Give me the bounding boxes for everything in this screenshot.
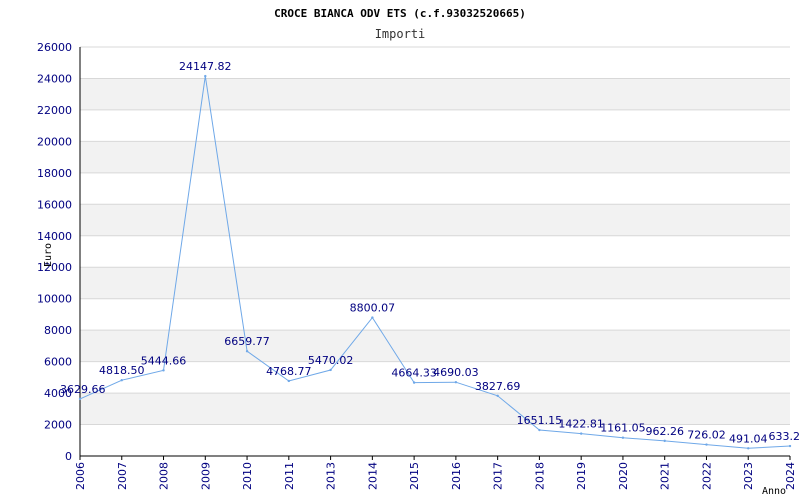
x-tick-label: 2011 [283, 462, 296, 490]
data-label: 633.2 [769, 430, 800, 443]
x-tick-label: 2016 [450, 462, 463, 490]
data-point [663, 439, 666, 443]
x-tick-label: 2021 [659, 462, 672, 490]
data-label: 4768.77 [266, 365, 312, 378]
x-tick-label: 2023 [742, 462, 755, 490]
chart-subtitle: Importi [375, 27, 426, 41]
grid-bands [80, 47, 790, 456]
data-label: 1161.05 [600, 422, 646, 435]
x-tick-label: 2010 [241, 462, 254, 490]
grid-band [80, 141, 790, 173]
x-tick-label: 2009 [199, 462, 212, 490]
y-axis-label: Euro [43, 243, 54, 267]
y-tick-label: 24000 [37, 72, 72, 85]
x-tick-label: 2015 [408, 462, 421, 490]
data-point [538, 428, 541, 432]
grid-band [80, 298, 790, 331]
data-label: 5470.02 [308, 354, 354, 367]
data-label: 4690.03 [433, 366, 479, 379]
line-chart: 0200040006000800010000120001400016000180… [37, 7, 800, 497]
y-tick-label: 2000 [44, 419, 72, 432]
data-label: 4664.33 [391, 367, 437, 380]
data-point [747, 447, 750, 450]
data-label: 491.04 [729, 432, 768, 445]
data-point [204, 74, 207, 78]
x-tick-label: 2018 [533, 462, 546, 490]
x-tick-label: 2007 [116, 462, 129, 490]
data-label: 3827.69 [475, 380, 521, 393]
y-tick-label: 26000 [37, 41, 72, 54]
data-point [120, 379, 123, 382]
data-label: 3629.66 [60, 383, 106, 396]
data-point [78, 397, 82, 401]
grid-band [80, 109, 790, 142]
data-point [412, 381, 416, 384]
y-tick-label: 20000 [37, 135, 72, 148]
grid-band [80, 393, 790, 425]
x-tick-labels: 2006 2007 2008 2009 2010 2011 2013 2014 2015 2016… [74, 462, 797, 490]
x-tick-label: 2013 [325, 462, 338, 490]
data-label: 962.26 [645, 425, 684, 438]
x-tick-label: 2014 [366, 462, 379, 490]
grid-band [80, 267, 790, 299]
y-tick-label: 22000 [37, 104, 72, 117]
x-tick-label: 2017 [492, 462, 505, 490]
y-tick-label: 8000 [44, 324, 72, 337]
grid-band [80, 330, 790, 362]
data-point [371, 316, 374, 319]
y-tick-label: 0 [65, 450, 72, 463]
data-label: 4818.50 [99, 364, 145, 377]
y-tick-label: 10000 [37, 293, 72, 306]
x-tick-label: 2022 [700, 462, 713, 490]
x-tick-label: 2020 [617, 462, 630, 490]
grid-band [80, 78, 790, 110]
x-tick-label: 2008 [158, 462, 171, 490]
data-point [329, 368, 332, 372]
data-point [496, 394, 499, 397]
data-label: 8800.07 [350, 302, 396, 315]
x-tick-label: 2006 [74, 462, 87, 490]
data-point [245, 350, 249, 353]
data-label: 24147.82 [179, 60, 232, 73]
data-point [705, 443, 708, 446]
x-axis-label: Anno [762, 486, 786, 497]
data-point [287, 379, 291, 383]
grid-band [80, 235, 790, 268]
y-tick-label: 18000 [37, 167, 72, 180]
x-tick-label: 2019 [575, 462, 588, 490]
data-label: 1651.15 [517, 414, 563, 427]
data-label: 5444.66 [141, 354, 187, 367]
data-point [162, 369, 165, 372]
data-point [454, 381, 458, 384]
chart-title: CROCE BIANCA ODV ETS (c.f.93032520665) [274, 7, 526, 20]
data-point [788, 444, 792, 448]
data-label: 726.02 [687, 429, 726, 442]
y-tick-label: 14000 [37, 230, 72, 243]
data-label: 6659.77 [224, 335, 270, 348]
data-point [579, 432, 583, 435]
grid-band [80, 172, 790, 205]
y-tick-label: 6000 [44, 356, 72, 369]
data-point [621, 436, 625, 439]
y-tick-label: 16000 [37, 198, 72, 211]
data-label: 1422.81 [558, 418, 604, 431]
